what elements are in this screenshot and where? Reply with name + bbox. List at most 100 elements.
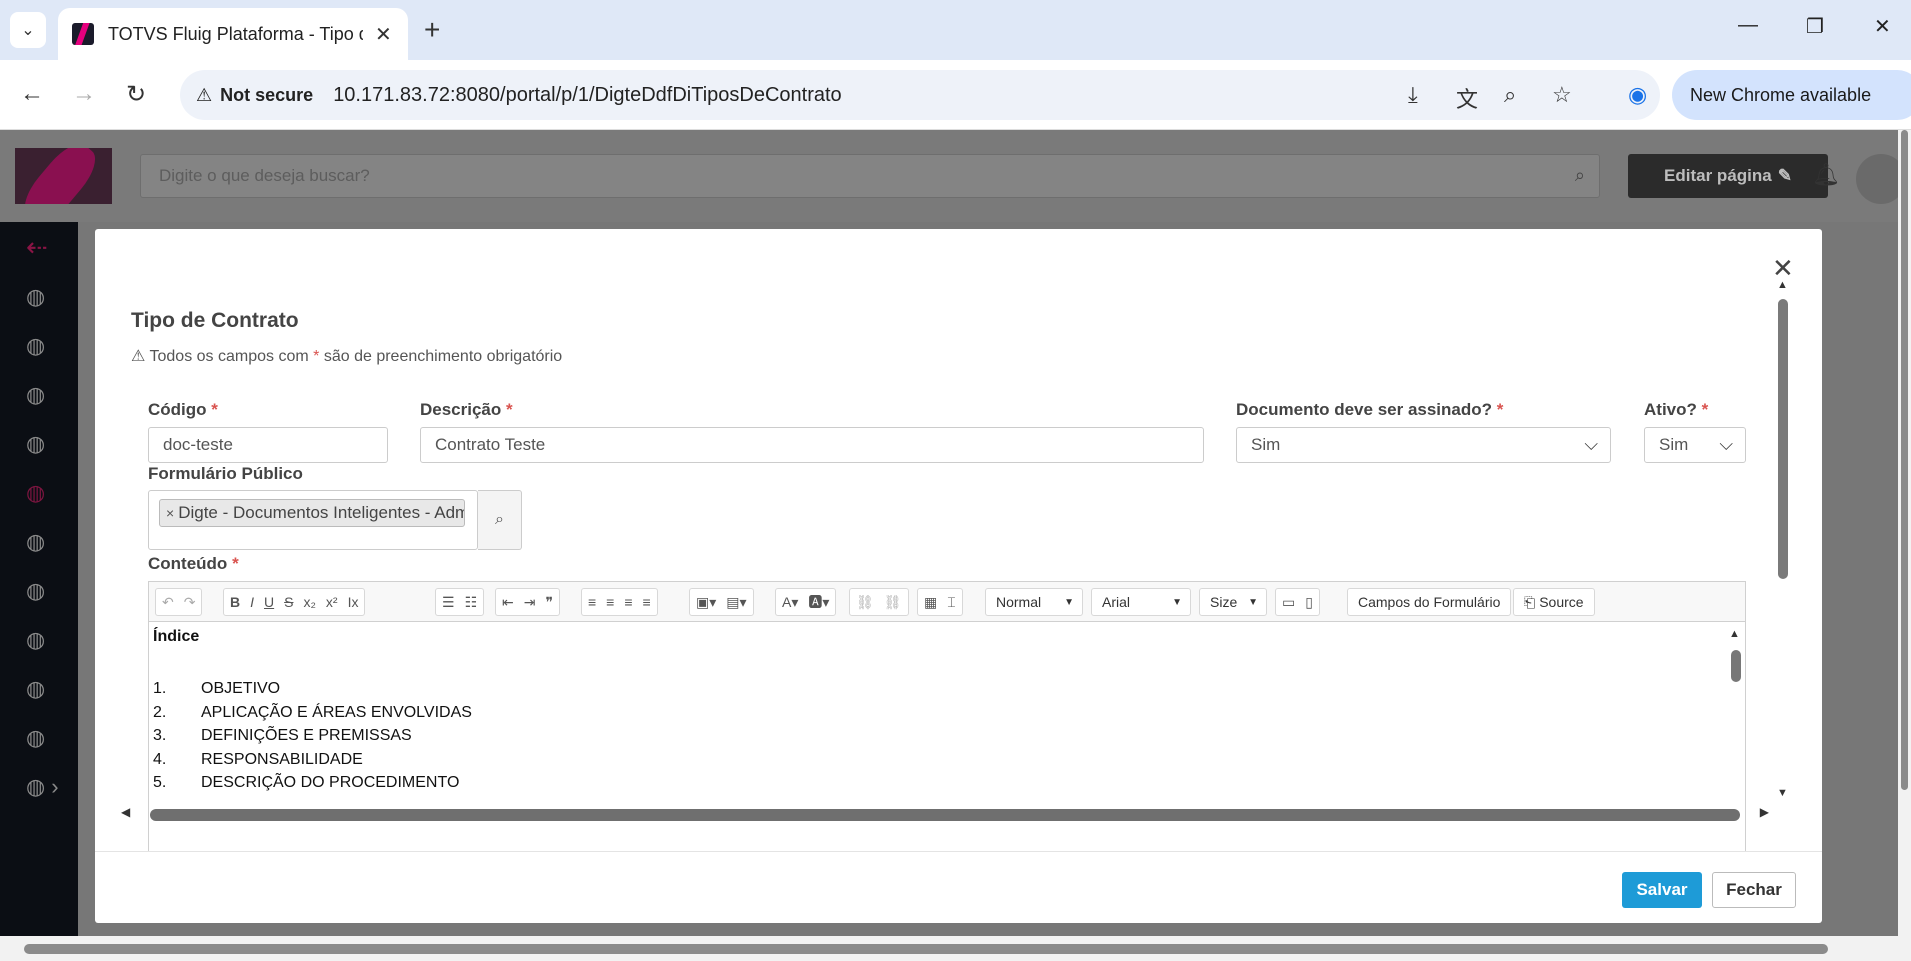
sidebar-globe-icon-6[interactable]: ◍: [26, 529, 45, 555]
size-select[interactable]: Size ▼: [1199, 588, 1267, 616]
bold-icon[interactable]: B: [230, 594, 240, 610]
scroll-up-icon[interactable]: ▲: [1777, 279, 1788, 291]
image-icon[interactable]: ▣▾: [696, 594, 716, 611]
tab-close-icon[interactable]: ✕: [375, 22, 392, 47]
sidebar-globe-icon-4[interactable]: ◍: [26, 431, 45, 457]
ativo-select[interactable]: Sim ⌵: [1644, 427, 1746, 463]
blockquote-icon[interactable]: ❞: [545, 594, 553, 611]
undo-icon[interactable]: ↶: [162, 594, 174, 611]
sidebar-globe-icon-2[interactable]: ◍: [26, 333, 45, 359]
url-text[interactable]: 10.171.83.72:8080/portal/p/1/DigteDdfDiT…: [333, 84, 841, 107]
subscript-icon[interactable]: x₂: [303, 594, 315, 610]
close-button[interactable]: Fechar: [1712, 872, 1796, 908]
window-close-icon[interactable]: ✕: [1874, 14, 1891, 39]
vertical-scroll-thumb[interactable]: [1778, 299, 1788, 579]
tab-search-menu-button[interactable]: ⌄: [10, 12, 46, 48]
remove-format-icon[interactable]: Ix: [348, 594, 359, 610]
text-color-icon[interactable]: A▾: [782, 594, 798, 611]
format-select[interactable]: Normal ▼: [985, 588, 1083, 616]
sidebar-globe-icon-10[interactable]: ◍: [26, 725, 45, 751]
descricao-input[interactable]: Contrato Teste: [420, 427, 1204, 463]
scroll-right-icon[interactable]: ▶: [1760, 805, 1769, 819]
scroll-up-icon[interactable]: ▲: [1729, 628, 1740, 640]
numbered-list-icon[interactable]: ☰: [442, 594, 455, 611]
warning-icon: ⚠: [196, 84, 213, 105]
notifications-bell-icon[interactable]: 🔔︎: [1812, 162, 1840, 188]
required-hint: ⚠ Todos os campos com * são de preenchim…: [131, 346, 562, 366]
edit-page-button[interactable]: Editar página ✎: [1628, 154, 1828, 198]
save-button[interactable]: Salvar: [1622, 872, 1702, 908]
address-bar[interactable]: ⚠ Not secure 10.171.83.72:8080/portal/p/…: [180, 70, 1660, 120]
sidebar-globe-icon-9[interactable]: ◍: [26, 676, 45, 702]
codigo-input[interactable]: doc-teste: [148, 427, 388, 463]
indent-icon[interactable]: ⇥: [524, 594, 536, 611]
bulleted-list-icon[interactable]: ☷: [465, 594, 478, 611]
minimize-icon[interactable]: —: [1738, 14, 1758, 37]
assinado-select[interactable]: Sim ⌵: [1236, 427, 1611, 463]
reload-icon[interactable]: ↻: [126, 80, 146, 109]
zoom-icon[interactable]: ⌕: [1504, 82, 1516, 108]
editor-content[interactable]: Índice 1. OBJETIVO 2. APLICAÇÃO E ÁREAS EN…: [149, 622, 1729, 807]
sidebar-globe-icon-1[interactable]: ◍: [26, 284, 45, 310]
company-logo[interactable]: [15, 148, 112, 204]
insert-media-group: ▣▾ ▤▾: [689, 588, 754, 616]
align-center-icon[interactable]: ≡: [606, 594, 614, 610]
justify-icon[interactable]: ≡: [643, 594, 651, 610]
app-search-input[interactable]: Digite o que deseja buscar? ⌕: [140, 154, 1600, 198]
template-icon[interactable]: ▤▾: [726, 594, 746, 611]
tag-remove-icon[interactable]: ×: [166, 505, 174, 521]
back-icon[interactable]: ←: [20, 80, 44, 108]
search-icon[interactable]: ⌕: [1575, 165, 1585, 186]
table-icon[interactable]: ▦: [924, 594, 937, 611]
modal-body: Tipo de Contrato ⚠ Todos os campos com *…: [95, 229, 1773, 851]
background-color-icon[interactable]: 🅰︎▾: [808, 592, 829, 612]
modal-vertical-scrollbar[interactable]: ▲ ▼: [1775, 279, 1791, 799]
horizontal-scroll-thumb[interactable]: [150, 809, 1740, 821]
bookmark-star-icon[interactable]: ☆: [1552, 82, 1572, 108]
fullscreen-icon[interactable]: ▯: [1305, 594, 1313, 611]
italic-icon[interactable]: I: [250, 594, 254, 610]
page-horizontal-scrollbar[interactable]: [24, 944, 1828, 954]
sidebar-globe-expand-icon[interactable]: ◍ ›: [26, 774, 59, 800]
new-tab-button[interactable]: +: [424, 14, 440, 46]
font-select[interactable]: Arial ▼: [1091, 588, 1191, 616]
editor-scrollbar[interactable]: ▲: [1729, 628, 1743, 788]
strike-icon[interactable]: S: [284, 594, 293, 610]
page-vertical-scroll-thumb[interactable]: [1901, 130, 1908, 790]
page-vertical-scrollbar[interactable]: [1898, 130, 1911, 936]
align-right-icon[interactable]: ≡: [624, 594, 632, 610]
chrome-update-button[interactable]: New Chrome available: [1672, 70, 1911, 120]
page-break-icon[interactable]: ⌶: [947, 594, 955, 611]
scroll-left-icon[interactable]: ◀: [121, 805, 130, 819]
outdent-icon[interactable]: ⇤: [502, 594, 514, 611]
align-left-icon[interactable]: ≡: [588, 594, 596, 610]
scroll-down-icon[interactable]: ▼: [1777, 787, 1788, 799]
download-icon[interactable]: ⤓: [1408, 82, 1418, 108]
profile-icon[interactable]: ◉: [1628, 82, 1647, 108]
browser-tab-active[interactable]: TOTVS Fluig Plataforma - Tipo d ✕: [58, 8, 408, 60]
formulario-search-button[interactable]: ⌕: [478, 490, 522, 550]
formulario-tag-input[interactable]: × Digte - Documentos Inteligentes - Admi: [148, 490, 478, 550]
link-icon[interactable]: ⛓: [856, 594, 874, 611]
source-button[interactable]: ⎗ Source: [1513, 588, 1595, 616]
modal-horizontal-scrollbar[interactable]: ◀ ▶: [115, 805, 1773, 823]
sidebar-globe-icon-7[interactable]: ◍: [26, 578, 45, 604]
editor-scroll-thumb[interactable]: [1731, 650, 1741, 682]
sidebar-globe-icon-3[interactable]: ◍: [26, 382, 45, 408]
redo-icon[interactable]: ↷: [184, 594, 196, 611]
item-number: 1.: [153, 680, 167, 697]
forward-icon[interactable]: →: [72, 80, 96, 108]
underline-icon[interactable]: U: [264, 594, 274, 610]
content-heading: Índice: [153, 628, 200, 645]
sidebar-globe-icon-8[interactable]: ◍: [26, 627, 45, 653]
sidebar-globe-icon-active[interactable]: ◍: [26, 480, 45, 506]
preview-icon[interactable]: ▭: [1282, 594, 1295, 611]
unlink-icon[interactable]: ⛓: [884, 594, 902, 611]
superscript-icon[interactable]: x²: [326, 594, 338, 610]
restore-icon[interactable]: ❐: [1806, 14, 1824, 39]
form-fields-button[interactable]: Campos do Formulário: [1347, 588, 1512, 616]
sidebar-back-arrow-icon[interactable]: ⇠: [26, 232, 48, 263]
translate-icon[interactable]: 文: [1456, 82, 1478, 114]
indent-group: ⇤ ⇥ ❞: [495, 588, 561, 616]
security-label[interactable]: Not secure: [220, 85, 313, 106]
